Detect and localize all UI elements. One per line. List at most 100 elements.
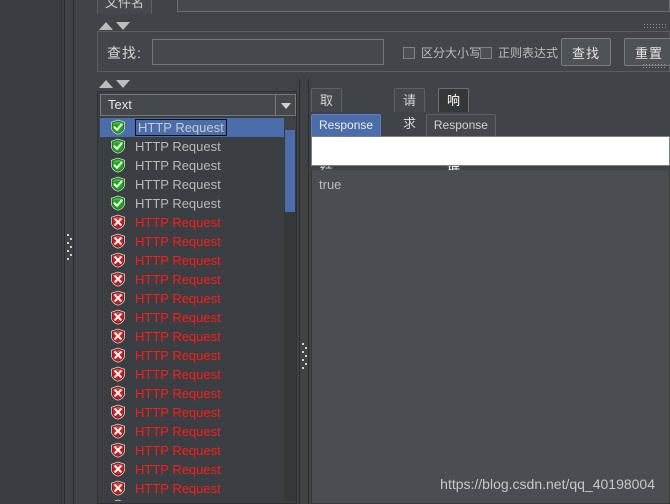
resize-grip-search[interactable] (642, 63, 666, 70)
search-panel: 查找: 区分大小写 正则表达式 查找 重置 (97, 31, 670, 72)
chevron-down-icon[interactable] (275, 95, 295, 115)
list-item[interactable]: HTTP Request (100, 441, 296, 460)
regex-label: 正则表达式 (498, 46, 559, 60)
list-item[interactable]: HTTP Request (100, 289, 296, 308)
list-item-label: HTTP Request (135, 139, 221, 154)
status-error-shield-icon (110, 385, 126, 401)
status-error-shield-icon (110, 366, 126, 382)
list-item-label: HTTP Request (135, 291, 221, 306)
result-tab[interactable]: 取样器结果 (311, 88, 343, 200)
left-gutter (0, 0, 62, 504)
list-item[interactable]: HTTP Request (100, 365, 296, 384)
response-subtab[interactable]: Response Body (311, 114, 382, 153)
list-item[interactable]: HTTP Request (100, 156, 296, 175)
list-item-label: HTTP Request (135, 310, 221, 325)
response-subtab[interactable]: Response headers (425, 114, 496, 153)
status-ok-shield-icon (110, 119, 126, 135)
list-item-label: HTTP Request (135, 272, 221, 287)
scrollbar-thumb[interactable] (285, 130, 295, 212)
status-error-shield-icon (110, 423, 126, 439)
list-item[interactable]: HTTP Request (100, 137, 296, 156)
file-name-field[interactable] (177, 0, 670, 12)
collapse-up-icon-2[interactable] (99, 80, 113, 88)
result-tab[interactable]: 请求 (394, 88, 426, 131)
status-error-shield-icon (110, 480, 126, 496)
results-list[interactable]: HTTP Request HTTP Request HTTP Request HTTP… (100, 118, 296, 501)
find-button[interactable]: 查找 (561, 38, 611, 66)
list-item-label: HTTP Request (135, 196, 221, 211)
list-item[interactable]: HTTP Request (100, 346, 296, 365)
splitter-rail-right (73, 0, 74, 504)
reset-button[interactable]: 重置 (624, 38, 670, 66)
list-item-label: HTTP Request (135, 215, 221, 230)
scrollbar-cap (284, 118, 296, 130)
case-sensitive-checkbox[interactable]: 区分大小写 (403, 44, 481, 61)
filter-type-select[interactable]: Text (100, 94, 296, 116)
list-item[interactable]: HTTP Request (100, 308, 296, 327)
list-item-label: HTTP Request (135, 329, 221, 344)
collapse-down-icon-2[interactable] (116, 80, 130, 88)
list-item-label: HTTP Request (135, 367, 221, 382)
regex-box[interactable] (480, 47, 492, 59)
app-window: 文件名 查找: 区分大小写 正则表达式 查找 重置 Text HTTP Requ… (0, 0, 670, 504)
center-splitter-grip[interactable] (302, 343, 307, 369)
list-scrollbar[interactable] (284, 118, 296, 501)
status-error-shield-icon (110, 214, 126, 230)
list-item-label: HTTP Request (135, 253, 221, 268)
list-item-label: HTTP Request (135, 498, 221, 501)
lower-region: Text HTTP Request HTTP Request HTTP Reques… (97, 78, 670, 504)
left-gutter-surface (0, 0, 62, 504)
file-name-strip: 文件名 (97, 0, 670, 22)
status-ok-shield-icon (110, 176, 126, 192)
list-item-label: HTTP Request (135, 158, 221, 173)
list-item[interactable]: HTTP Request (100, 251, 296, 270)
list-item[interactable]: HTTP Request (100, 498, 296, 501)
list-item[interactable]: HTTP Request (100, 194, 296, 213)
list-item[interactable]: HTTP Request (100, 327, 296, 346)
status-error-shield-icon (110, 442, 126, 458)
case-sensitive-label: 区分大小写 (421, 46, 482, 60)
case-sensitive-box[interactable] (403, 47, 415, 59)
search-input[interactable] (152, 39, 384, 65)
result-panel: 取样器结果 请求响应数据 Response Body Response header… (311, 78, 670, 504)
response-search-field[interactable] (311, 136, 670, 166)
collapse-down-icon[interactable] (116, 22, 130, 30)
status-error-shield-icon (110, 309, 126, 325)
list-item-label: HTTP Request (135, 424, 221, 439)
list-item-label: HTTP Request (135, 462, 221, 477)
list-item[interactable]: HTTP Request (100, 460, 296, 479)
file-name-tab[interactable]: 文件名 (97, 0, 152, 14)
center-splitter[interactable] (297, 78, 311, 504)
list-item-label: HTTP Request (135, 481, 221, 496)
search-label: 查找: (107, 45, 142, 61)
status-error-shield-icon (110, 271, 126, 287)
list-item[interactable]: HTTP Request (100, 118, 296, 137)
list-item[interactable]: HTTP Request (100, 270, 296, 289)
resize-grip-top[interactable] (643, 23, 667, 30)
list-item-label: HTTP Request (135, 119, 227, 136)
regex-checkbox[interactable]: 正则表达式 (480, 44, 558, 61)
collapse-up-icon[interactable] (99, 22, 113, 30)
status-ok-shield-icon (110, 138, 126, 154)
list-item[interactable]: HTTP Request (100, 213, 296, 232)
filter-type-value: Text (108, 97, 132, 112)
watermark-text: https://blog.csdn.net/qq_40198004 (440, 476, 655, 492)
list-item[interactable]: HTTP Request (100, 175, 296, 194)
status-ok-shield-icon (110, 195, 126, 211)
list-item[interactable]: HTTP Request (100, 403, 296, 422)
splitter-grip[interactable] (67, 234, 72, 260)
status-error-shield-icon (110, 290, 126, 306)
list-item[interactable]: HTTP Request (100, 384, 296, 403)
collapse-arrows-lower[interactable] (99, 77, 149, 91)
list-item[interactable]: HTTP Request (100, 479, 296, 498)
list-item-label: HTTP Request (135, 177, 221, 192)
left-splitter[interactable] (62, 0, 76, 504)
status-error-shield-icon (110, 328, 126, 344)
status-error-shield-icon (110, 347, 126, 363)
result-tab[interactable]: 响应数据 (438, 88, 470, 177)
status-ok-shield-icon (110, 157, 126, 173)
status-error-shield-icon (110, 499, 126, 501)
list-item[interactable]: HTTP Request (100, 232, 296, 251)
response-body-area[interactable]: true https://blog.csdn.net/qq_40198004 (311, 170, 670, 504)
list-item[interactable]: HTTP Request (100, 422, 296, 441)
